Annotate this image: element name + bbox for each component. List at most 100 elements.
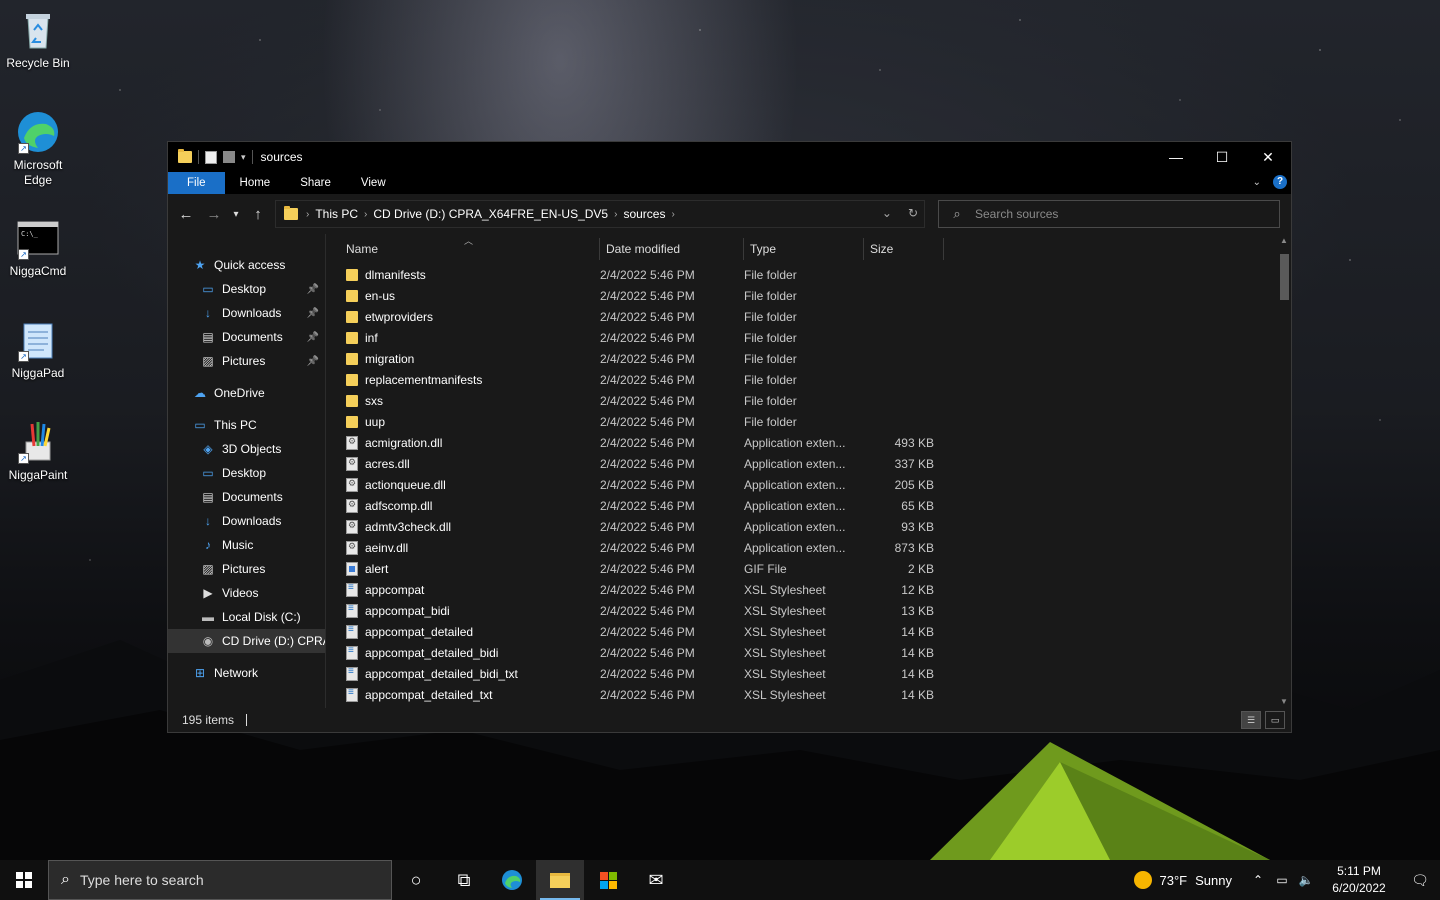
help-icon[interactable]: ? bbox=[1273, 175, 1287, 189]
nav-item-pictures[interactable]: ▨ Pictures bbox=[168, 557, 325, 581]
table-row[interactable]: inf 2/4/2022 5:46 PM File folder bbox=[326, 327, 1277, 348]
search-input[interactable] bbox=[975, 207, 1265, 221]
scrollbar-thumb[interactable] bbox=[1280, 254, 1289, 300]
table-row[interactable]: appcompat_detailed_bidi_txt 2/4/2022 5:46… bbox=[326, 663, 1277, 684]
table-row[interactable]: en-us 2/4/2022 5:46 PM File folder bbox=[326, 285, 1277, 306]
scroll-up-icon[interactable]: ▲ bbox=[1277, 236, 1291, 245]
table-row[interactable]: sxs 2/4/2022 5:46 PM File folder bbox=[326, 390, 1277, 411]
nav-item-quick-access[interactable]: ★ Quick access bbox=[168, 253, 325, 277]
customize-toolbar-icon[interactable]: ▾ bbox=[241, 152, 246, 163]
chevron-down-icon[interactable]: ⌄ bbox=[882, 206, 892, 220]
table-row[interactable]: uup 2/4/2022 5:46 PM File folder bbox=[326, 411, 1277, 432]
up-arrow-icon[interactable]: ↑ bbox=[244, 206, 272, 223]
forward-arrow-icon[interactable]: → bbox=[200, 206, 228, 223]
tab-share[interactable]: Share bbox=[285, 172, 346, 194]
table-row[interactable]: appcompat_detailed_bidi 2/4/2022 5:46 PM X… bbox=[326, 642, 1277, 663]
volume-muted-icon[interactable]: 🔈 bbox=[1294, 873, 1318, 887]
file-name: aeinv.dll bbox=[365, 540, 409, 555]
xsl-file-icon bbox=[346, 645, 358, 660]
notification-center-icon[interactable]: 🗨 bbox=[1400, 872, 1440, 889]
table-row[interactable]: dlmanifests 2/4/2022 5:46 PM File folder bbox=[326, 264, 1277, 285]
start-button[interactable] bbox=[0, 860, 48, 900]
network-status-icon[interactable]: ▭ bbox=[1270, 873, 1294, 887]
nav-item-network[interactable]: ⊞ Network bbox=[168, 661, 325, 685]
mail-icon[interactable]: ✉ bbox=[632, 860, 680, 900]
table-row[interactable]: aeinv.dll 2/4/2022 5:46 PM Application ext… bbox=[326, 537, 1277, 558]
nav-item-this-pc[interactable]: ▭ This PC bbox=[168, 413, 325, 437]
table-row[interactable]: appcompat_detailed 2/4/2022 5:46 PM XSL St… bbox=[326, 621, 1277, 642]
cortana-icon[interactable]: ○ bbox=[392, 860, 440, 900]
file-explorer-icon[interactable] bbox=[536, 860, 584, 900]
tab-file[interactable]: File bbox=[168, 172, 225, 194]
chevron-right-icon[interactable]: › bbox=[306, 209, 309, 220]
maximize-button[interactable]: ☐ bbox=[1199, 142, 1245, 172]
chevron-right-icon[interactable]: › bbox=[671, 209, 674, 220]
table-row[interactable]: appcompat_bidi 2/4/2022 5:46 PM XSL Styles… bbox=[326, 600, 1277, 621]
nav-item-downloads[interactable]: ↓ Downloads bbox=[168, 509, 325, 533]
column-header-type[interactable]: Type bbox=[744, 238, 864, 260]
table-row[interactable]: etwproviders 2/4/2022 5:46 PM File folder bbox=[326, 306, 1277, 327]
taskbar-search-box[interactable]: ⌕ Type here to search bbox=[48, 860, 392, 900]
breadcrumb-sources[interactable]: sources bbox=[623, 207, 665, 221]
table-row[interactable]: migration 2/4/2022 5:46 PM File folder bbox=[326, 348, 1277, 369]
table-row[interactable]: acres.dll 2/4/2022 5:46 PM Application ext… bbox=[326, 453, 1277, 474]
nav-item-desktop[interactable]: ▭ Desktop bbox=[168, 461, 325, 485]
tab-home[interactable]: Home bbox=[225, 172, 286, 194]
desktop-icon-paint[interactable]: ↗ NiggaPaint bbox=[0, 420, 76, 483]
breadcrumb-this-pc[interactable]: This PC bbox=[315, 207, 358, 221]
nav-item-local-disk-c[interactable]: ▬ Local Disk (C:) bbox=[168, 605, 325, 629]
properties-icon[interactable] bbox=[205, 150, 217, 164]
edge-icon[interactable] bbox=[488, 860, 536, 900]
desktop-icon-cmd[interactable]: C:\_ ↗ NiggaCmd bbox=[0, 216, 76, 279]
nav-item-3d-objects[interactable]: ◈ 3D Objects bbox=[168, 437, 325, 461]
nav-item-videos[interactable]: ▶ Videos bbox=[168, 581, 325, 605]
store-icon[interactable] bbox=[584, 860, 632, 900]
table-row[interactable]: acmigration.dll 2/4/2022 5:46 PM Applicati… bbox=[326, 432, 1277, 453]
vertical-scrollbar[interactable]: ▲ ▼ bbox=[1277, 234, 1291, 708]
title-bar[interactable]: ▾ sources — ☐ ✕ bbox=[168, 142, 1291, 172]
nav-item-documents[interactable]: ▤ Documents 📌 bbox=[168, 325, 325, 349]
chevron-right-icon[interactable]: › bbox=[614, 209, 617, 220]
details-view-icon[interactable]: ☰ bbox=[1241, 711, 1261, 729]
table-row[interactable]: replacementmanifests 2/4/2022 5:46 PM File… bbox=[326, 369, 1277, 390]
table-row[interactable]: appcompat 2/4/2022 5:46 PM XSL Stylesheet 1… bbox=[326, 579, 1277, 600]
close-button[interactable]: ✕ bbox=[1245, 142, 1291, 172]
weather-widget[interactable]: 73°F Sunny bbox=[1133, 871, 1232, 889]
chevron-right-icon[interactable]: › bbox=[364, 209, 367, 220]
column-header-date[interactable]: Date modified bbox=[600, 238, 744, 260]
back-arrow-icon[interactable]: ← bbox=[172, 206, 200, 223]
breadcrumb-cd-drive[interactable]: CD Drive (D:) CPRA_X64FRE_EN-US_DV5 bbox=[373, 207, 608, 221]
address-bar[interactable]: › This PC › CD Drive (D:) CPRA_X64FRE_EN… bbox=[275, 200, 925, 228]
refresh-icon[interactable]: ↻ bbox=[908, 206, 918, 220]
recent-locations-icon[interactable]: ▾ bbox=[228, 209, 244, 220]
file-date: 2/4/2022 5:46 PM bbox=[600, 645, 695, 660]
nav-item-documents[interactable]: ▤ Documents bbox=[168, 485, 325, 509]
chevron-up-icon[interactable]: ⌃ bbox=[1246, 873, 1270, 887]
file-type: Application exten... bbox=[744, 498, 846, 513]
table-row[interactable]: appcompat_detailed_txt 2/4/2022 5:46 PM XS… bbox=[326, 684, 1277, 705]
nav-item-onedrive[interactable]: ☁ OneDrive bbox=[168, 381, 325, 405]
column-header-size[interactable]: Size bbox=[864, 238, 944, 260]
desktop-icon-notepad[interactable]: ↗ NiggaPad bbox=[0, 318, 76, 381]
scroll-down-icon[interactable]: ▼ bbox=[1277, 697, 1291, 706]
expand-ribbon-icon[interactable]: ⌄ bbox=[1253, 177, 1261, 188]
large-icons-view-icon[interactable]: ▭ bbox=[1265, 711, 1285, 729]
table-row[interactable]: adfscomp.dll 2/4/2022 5:46 PM Application … bbox=[326, 495, 1277, 516]
search-box[interactable]: ⌕ bbox=[938, 200, 1280, 228]
minimize-button[interactable]: — bbox=[1153, 142, 1199, 172]
new-folder-icon[interactable] bbox=[223, 151, 235, 163]
clock[interactable]: 5:11 PM 6/20/2022 bbox=[1324, 863, 1394, 897]
nav-item-music[interactable]: ♪ Music bbox=[168, 533, 325, 557]
table-row[interactable]: alert 2/4/2022 5:46 PM GIF File 2 KB bbox=[326, 558, 1277, 579]
nav-item-desktop[interactable]: ▭ Desktop 📌 bbox=[168, 277, 325, 301]
nav-item-pictures[interactable]: ▨ Pictures 📌 bbox=[168, 349, 325, 373]
desktop-icon-edge[interactable]: ↗ Microsoft Edge bbox=[0, 110, 76, 188]
nav-item-cd-drive-d-cpra[interactable]: ◉ CD Drive (D:) CPRA bbox=[168, 629, 325, 653]
task-view-icon[interactable]: ⧉ bbox=[440, 860, 488, 900]
desktop-icon-label: NiggaPaint bbox=[8, 468, 68, 482]
table-row[interactable]: actionqueue.dll 2/4/2022 5:46 PM Applicati… bbox=[326, 474, 1277, 495]
nav-item-downloads[interactable]: ↓ Downloads 📌 bbox=[168, 301, 325, 325]
tab-view[interactable]: View bbox=[346, 172, 401, 194]
desktop-icon-recycle-bin[interactable]: Recycle Bin bbox=[0, 8, 76, 71]
table-row[interactable]: admtv3check.dll 2/4/2022 5:46 PM Applicati… bbox=[326, 516, 1277, 537]
